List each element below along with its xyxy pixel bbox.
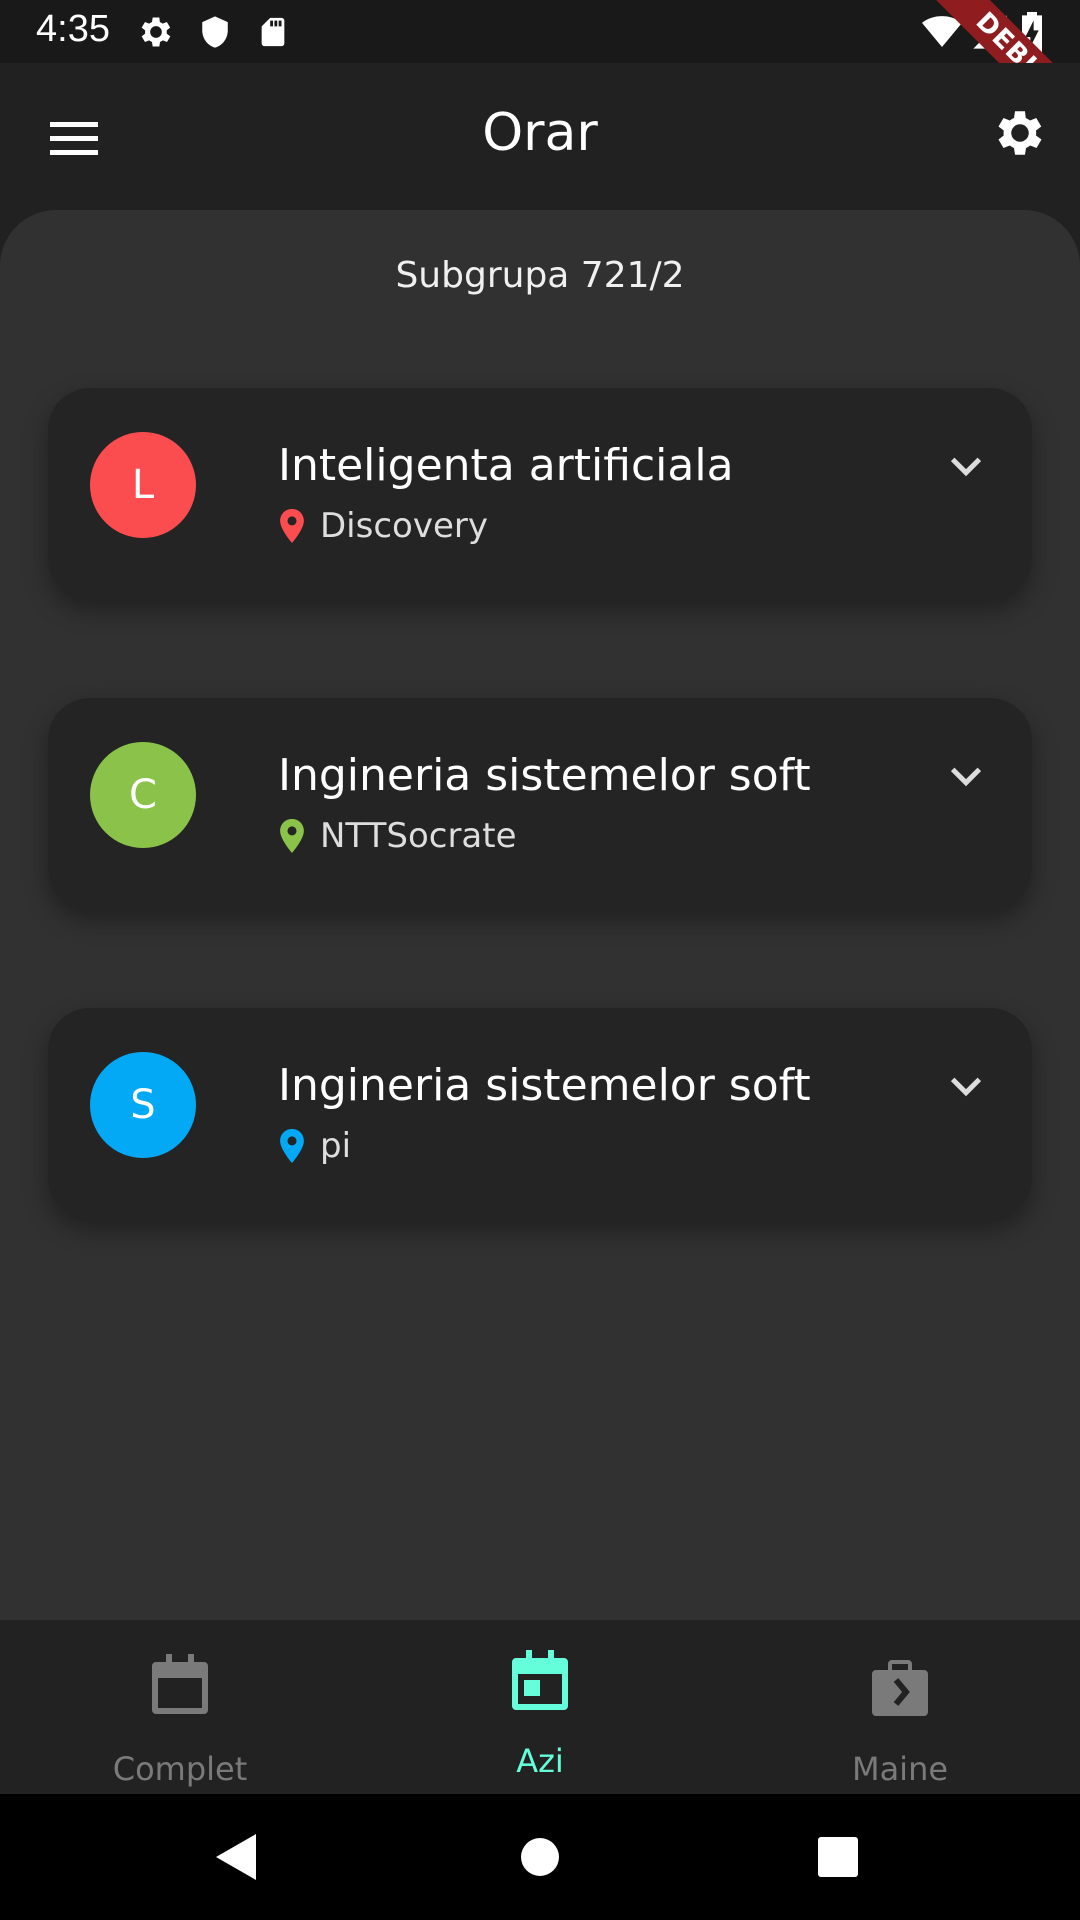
chevron-down-icon[interactable] (946, 756, 986, 796)
course-location: pi (278, 1126, 351, 1166)
course-card[interactable]: C Ingineria sistemelor soft NTTSocrate (48, 698, 1032, 910)
nav-item-azi[interactable]: Azi (360, 1620, 720, 1794)
location-text: NTTSocrate (320, 816, 517, 856)
location-pin-icon (280, 509, 304, 543)
avatar: L (90, 432, 196, 538)
back-icon[interactable] (212, 1832, 260, 1882)
recents-icon[interactable] (817, 1836, 859, 1878)
course-title: Ingineria sistemelor soft (278, 1060, 811, 1111)
course-title: Inteligenta artificiala (278, 440, 734, 491)
avatar-initial: S (130, 1082, 156, 1128)
page-title: Orar (482, 103, 598, 163)
course-location: NTTSocrate (278, 816, 517, 856)
avatar-initial: C (129, 772, 157, 818)
course-card[interactable]: S Ingineria sistemelor soft pi (48, 1008, 1032, 1220)
nav-label: Azi (516, 1742, 564, 1780)
wifi-icon (922, 16, 962, 47)
location-pin-icon (280, 1129, 304, 1163)
location-text: pi (320, 1126, 352, 1166)
next-week-icon (872, 1660, 928, 1716)
course-location: Discovery (278, 506, 488, 546)
location-text: Discovery (320, 506, 488, 546)
app-bar: Orar (0, 63, 1080, 210)
avatar-initial: L (131, 462, 155, 508)
course-card[interactable]: L Inteligenta artificiala Discovery (48, 388, 1032, 600)
settings-icon[interactable] (990, 103, 1050, 163)
calendar-blank-icon (152, 1654, 208, 1714)
calendar-today-icon (512, 1650, 568, 1710)
bottom-navigation: Complet Azi Maine (0, 1620, 1080, 1794)
status-bar: 4:35 DEBUG (0, 0, 1080, 147)
chevron-down-icon[interactable] (946, 446, 986, 486)
course-title: Ingineria sistemelor soft (278, 750, 811, 801)
status-time: 4:35 (36, 8, 110, 50)
schedule-panel: Subgrupa 721/2 L Inteligenta artificiala… (0, 210, 1080, 1620)
cellular-icon (973, 15, 1007, 49)
gear-icon (141, 17, 171, 47)
avatar: S (90, 1052, 196, 1158)
shield-icon (202, 16, 228, 48)
nav-item-maine[interactable]: Maine (720, 1620, 1080, 1794)
sd-card-icon (261, 17, 285, 47)
nav-label: Maine (851, 1750, 949, 1788)
avatar: C (90, 742, 196, 848)
home-icon[interactable] (519, 1836, 561, 1878)
system-navigation-bar (0, 1794, 1080, 1920)
chevron-down-icon[interactable] (946, 1066, 986, 1106)
location-pin-icon (280, 819, 304, 853)
nav-item-complet[interactable]: Complet (0, 1620, 360, 1794)
nav-label: Complet (112, 1750, 248, 1788)
subgroup-label: Subgrupa 721/2 (395, 255, 685, 296)
battery-charging-icon (1022, 12, 1042, 52)
